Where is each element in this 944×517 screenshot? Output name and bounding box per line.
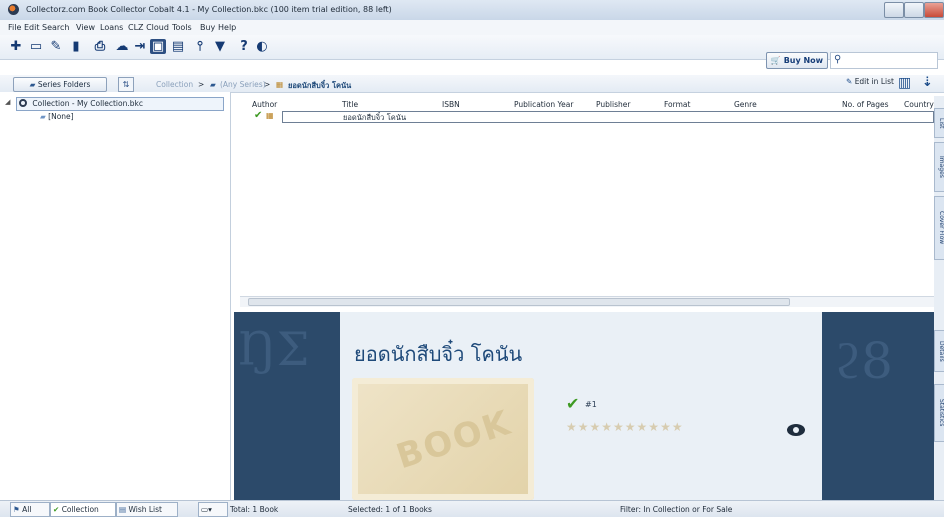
breadcrumb-book[interactable]: ยอดนักสืบจิ๋ว โคนัน (288, 80, 351, 92)
menu-view[interactable]: View (76, 23, 95, 32)
details-title: ยอดนักสืบจิ๋ว โคนัน (354, 342, 523, 366)
menu-search[interactable]: Search (42, 23, 69, 32)
tab-wish-list-label: Wish List (128, 505, 162, 514)
all-icon: ⚑ (13, 505, 20, 514)
collection-icon (19, 99, 27, 107)
tab-all-label: All (22, 505, 32, 514)
breadcrumb-series[interactable]: (Any Series) (220, 80, 266, 89)
navigation-bar (0, 75, 944, 93)
maximize-button[interactable] (904, 2, 924, 18)
cloud-icon[interactable]: ☁ (114, 39, 130, 54)
status-total: Total: 1 Book (230, 505, 279, 514)
edit-in-list-label: Edit in List (854, 77, 894, 86)
check-icon: ✔ (53, 505, 60, 514)
layout-icon[interactable]: ▣ (150, 39, 166, 54)
issue-number: #1 (585, 400, 597, 409)
scrollbar-thumb[interactable] (248, 298, 790, 306)
menu-help[interactable]: Help (218, 23, 236, 32)
folder-tree-panel (0, 92, 231, 500)
edit-in-list-button[interactable]: ✎ Edit in List (846, 77, 894, 86)
menu-loans[interactable]: Loans (100, 23, 123, 32)
folder-icon: ▰ (210, 80, 216, 89)
tab-collection-label: Collection (61, 505, 99, 514)
tab-statistics[interactable]: Statistics (934, 384, 944, 442)
rating-stars[interactable]: ★★★★★★★★★★ (566, 420, 684, 434)
close-button[interactable] (924, 2, 944, 18)
tab-collection[interactable]: ✔ Collection (50, 502, 116, 517)
status-selected: Selected: 1 of 1 Books (348, 505, 432, 514)
pencil-icon: ✎ (846, 77, 853, 86)
title-bar: Collectorz.com Book Collector Cobalt 4.1… (0, 0, 944, 21)
delete-icon[interactable]: ▮ (68, 39, 84, 54)
window-title: Collectorz.com Book Collector Cobalt 4.1… (26, 5, 392, 14)
status-filter: Filter: In Collection or For Sale (620, 505, 733, 514)
background-letters: ŊƩ (238, 322, 310, 376)
loan-icon[interactable]: ⇥ (132, 39, 148, 54)
folder-icon: ▰ (40, 112, 46, 121)
print-icon[interactable]: ⎙ (92, 39, 108, 54)
card-view-icon[interactable]: ▤ (170, 39, 186, 54)
filter-dropdown[interactable]: ▭▾ (198, 502, 228, 517)
tree-item-label: [None] (48, 112, 74, 121)
in-collection-check-icon: ✔ (566, 394, 580, 413)
breadcrumb-separator-icon: > (198, 80, 205, 89)
sort-az-icon[interactable]: ⇣ (922, 75, 933, 90)
column-title[interactable]: Title (342, 100, 358, 109)
add-icon[interactable]: ✚ (8, 39, 24, 54)
menu-edit[interactable]: Edit (24, 23, 40, 32)
list-icon: ▭▾ (201, 505, 212, 514)
breadcrumb-separator-icon: > (264, 80, 271, 89)
menu-clz-cloud[interactable]: CLZ Cloud (128, 23, 169, 32)
book-icon: ▦ (266, 111, 274, 120)
column-publisher[interactable]: Publisher (596, 100, 630, 109)
menu-bar: File Edit Search View Loans CLZ Cloud To… (0, 20, 944, 35)
column-format[interactable]: Format (664, 100, 690, 109)
column-no-of-pages[interactable]: No. of Pages (842, 100, 889, 109)
tab-all[interactable]: ⚑ All (10, 502, 50, 517)
edit-icon[interactable]: ✎ (48, 39, 64, 54)
tab-cover-flow[interactable]: Cover Flow (934, 196, 944, 260)
menu-file[interactable]: File (8, 23, 21, 32)
search-icon: ⚲ (834, 54, 842, 65)
sort-icon[interactable]: ⇅ (118, 77, 134, 92)
minimize-button[interactable] (884, 2, 904, 18)
menu-buy[interactable]: Buy (200, 23, 215, 32)
tab-images[interactable]: Images (934, 142, 944, 192)
buy-now-button[interactable]: 🛒 Buy Now (766, 52, 828, 69)
series-folders-button[interactable]: ▰ Series Folders (13, 77, 107, 92)
filter-icon[interactable]: ▼ (212, 39, 228, 54)
wishlist-icon: ▤ (119, 505, 127, 514)
series-folders-label: Series Folders (37, 80, 91, 89)
column-country[interactable]: Country (904, 100, 934, 109)
folder-icon: ▰ (29, 80, 36, 89)
search-input[interactable]: ⚲ (830, 52, 938, 69)
column-isbn[interactable]: ISBN (442, 100, 460, 109)
breadcrumb-collection[interactable]: Collection (156, 80, 193, 89)
column-genre[interactable]: Genre (734, 100, 757, 109)
tree-root-label: Collection - My Collection.bkc (32, 99, 143, 108)
check-icon: ✔ (254, 110, 263, 121)
app-icon (8, 4, 19, 15)
help-icon[interactable]: ? (236, 39, 252, 54)
cart-icon: 🛒 (770, 56, 781, 65)
expand-arrow-icon[interactable]: ◢ (5, 98, 10, 106)
refresh-icon[interactable]: ◐ (254, 39, 270, 54)
buy-now-label: Buy Now (783, 56, 824, 65)
eye-icon[interactable] (787, 424, 805, 436)
book-icon: ▦ (276, 80, 284, 89)
tab-details[interactable]: Details (934, 330, 944, 372)
tab-list[interactable]: List (934, 108, 944, 138)
add-folder-icon[interactable]: ▭ (28, 39, 44, 54)
columns-icon[interactable]: ▥ (898, 75, 911, 91)
column-publication-year[interactable]: Publication Year (514, 100, 573, 109)
row-title: ยอดนักสืบจิ๋ว โคนัน (343, 113, 407, 122)
filter-dropdown-icon[interactable]: ⫯ (192, 39, 208, 54)
tree-item-none[interactable]: ▰ [None] (40, 112, 74, 121)
title-cell-editor[interactable]: ยอดนักสืบจิ๋ว โคนัน (282, 111, 934, 123)
tree-root-collection[interactable]: Collection - My Collection.bkc (16, 97, 224, 111)
menu-tools[interactable]: Tools (172, 23, 192, 32)
background-letters: ϩ8 (834, 332, 893, 390)
column-author[interactable]: Author (252, 100, 277, 109)
tab-wish-list[interactable]: ▤ Wish List (116, 502, 178, 517)
